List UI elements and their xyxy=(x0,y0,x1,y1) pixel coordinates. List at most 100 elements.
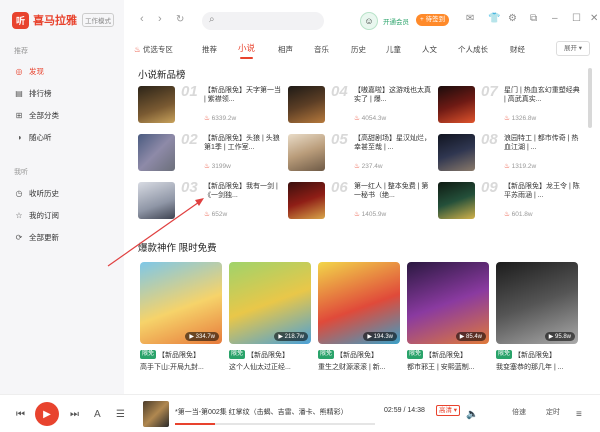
gear-icon[interactable]: ⚙ xyxy=(508,13,517,24)
search-input[interactable]: ⌕ xyxy=(202,12,324,30)
playlist-icon[interactable]: ☰ xyxy=(116,409,125,420)
sidebar-item-categories[interactable]: ⊞ 全部分类 xyxy=(14,108,59,122)
heat-count: ♨ 4054.3w xyxy=(354,114,386,122)
rank-number: 04 xyxy=(331,83,348,100)
card-title: 重生之财源滚滚 | 新... xyxy=(318,364,386,371)
next-icon[interactable]: ⏭ xyxy=(70,409,79,420)
expand-button[interactable]: 展开 ▾ xyxy=(556,41,590,56)
minimize-icon[interactable]: – xyxy=(552,13,558,24)
app-logo[interactable]: 听 喜马拉雅 工作模式 xyxy=(12,10,114,30)
tab-featured[interactable]: ♨ 优选专区 xyxy=(134,44,173,55)
maximize-icon[interactable]: ☐ xyxy=(572,13,581,24)
back-icon[interactable]: ‹ xyxy=(140,13,144,25)
book-cover xyxy=(438,182,475,219)
free-badge: 限免 xyxy=(496,350,513,359)
heat-value: 1319.2w xyxy=(511,163,537,170)
rank-item[interactable]: 07 星门 | 热血玄幻重塑经典 | 高武真实... ♨ 1326.8w xyxy=(438,83,586,124)
heat-value: 601.8w xyxy=(511,211,533,218)
vip-link[interactable]: 开通会员 xyxy=(383,16,409,26)
sidebar-item-label: 全部更新 xyxy=(29,232,59,242)
rank-item[interactable]: 09 【新品限免】龙王令 | 陈平苏雨涵 | ... ♨ 601.8w xyxy=(438,179,586,220)
rank-item[interactable]: 02 【新品限免】头狼 | 头狼第1季 | 工作室... ♨ 3199w xyxy=(138,131,286,172)
flame-icon: ♨ xyxy=(504,163,510,170)
card-title: 高手下山:开局九封... xyxy=(140,364,204,371)
rank-item[interactable]: 03 【新品限免】我有一剑 | 《一剑独... ♨ 652w xyxy=(138,179,286,220)
now-playing-cover[interactable] xyxy=(143,401,169,427)
rank-title: 浪园特工 | 都市传奇 | 热血江湖 | ... xyxy=(504,135,579,151)
checkin-button[interactable]: + 待签到 xyxy=(416,14,450,26)
timer-button[interactable]: 定时 xyxy=(546,407,560,417)
progress-bar[interactable] xyxy=(175,423,375,425)
tab-novel[interactable]: 小说 xyxy=(238,42,255,59)
free-badge: 限免 xyxy=(229,350,246,359)
translate-icon[interactable]: A xyxy=(94,409,101,420)
book-cover xyxy=(288,182,325,219)
tab-humanities[interactable]: 人文 xyxy=(422,44,437,55)
close-icon[interactable]: ✕ xyxy=(590,13,598,24)
heat-value: 1405.9w xyxy=(361,211,387,218)
play-count: ▶ 95.8w xyxy=(544,332,575,341)
previous-icon[interactable]: ⏮ xyxy=(16,409,25,420)
volume-icon[interactable]: 🔈 xyxy=(466,409,478,420)
tab-kids[interactable]: 儿童 xyxy=(386,44,401,55)
tab-history[interactable]: 历史 xyxy=(351,44,366,55)
card-subtitle: 【新品限免】 xyxy=(336,352,378,359)
rank-title: 【高甜剧场】星汉灿烂，幸甚至哉 | ... xyxy=(354,135,431,151)
search-icon: ⌕ xyxy=(209,14,215,25)
sidebar-item-updates[interactable]: ⟳ 全部更新 xyxy=(14,230,59,244)
category-tabs: ♨ 优选专区 推荐 小说 相声 音乐 历史 儿童 人文 个人成长 财经 展开 ▾ xyxy=(124,40,600,60)
rank-item[interactable]: 05 【高甜剧场】星汉灿烂，幸甚至哉 | ... ♨ 237.4w xyxy=(288,131,436,172)
sidebar: 听 喜马拉雅 工作模式 推荐 ◎ 发现 ▤ 排行榜 ⊞ 全部分类 ◑ 随心听 我… xyxy=(0,0,124,394)
book-cover xyxy=(138,134,175,171)
book-cover xyxy=(438,134,475,171)
heat-value: 3199w xyxy=(211,163,231,170)
sidebar-item-label: 我的订阅 xyxy=(29,210,59,220)
play-count-value: 194.3w xyxy=(373,334,393,340)
now-playing-title[interactable]: *第一当-第002集 红掌纹（击蝎、吉雷、潘卡、熊精彩） xyxy=(175,407,375,417)
play-time: 02:59 / 14:38 xyxy=(384,407,425,414)
quality-select[interactable]: 高清 ▾ xyxy=(436,405,461,416)
radio-icon: ◑ xyxy=(16,132,22,142)
speed-button[interactable]: 倍速 xyxy=(512,407,526,417)
rank-title: 【新品限免】龙王令 | 陈平苏雨涵 | ... xyxy=(504,183,580,199)
ranking-title[interactable]: 小说新品榜 xyxy=(138,67,186,81)
reload-icon[interactable]: ↻ xyxy=(176,14,184,25)
free-badge: 限免 xyxy=(318,350,335,359)
sidebar-item-radio[interactable]: ◑ 随心听 xyxy=(14,130,52,144)
rank-item[interactable]: 01 【新品限免】天字第一当 | 紫襟领... ♨ 6339.2w xyxy=(138,83,286,124)
tab-crosstalk[interactable]: 相声 xyxy=(278,44,293,55)
player-bar: ⏮ ▶ ⏭ A ☰ *第一当-第002集 红掌纹（击蝎、吉雷、潘卡、熊精彩） 0… xyxy=(0,394,600,432)
free-section-title[interactable]: 爆款神作 限时免费 xyxy=(138,240,217,254)
tab-growth[interactable]: 个人成长 xyxy=(458,44,488,55)
mail-icon[interactable]: ✉ xyxy=(466,13,474,24)
play-count: ▶ 218.7w xyxy=(274,332,308,341)
tab-music[interactable]: 音乐 xyxy=(314,44,329,55)
rank-title: 【嗷嘉啦】这游戏也太真实了 | 爆... xyxy=(354,87,431,103)
sidebar-item-subscriptions[interactable]: ☆ 我的订阅 xyxy=(14,208,59,222)
sidebar-item-history[interactable]: ◷ 收听历史 xyxy=(14,186,60,200)
rank-title: 第一红人 | 整本免费 | 第一秘书（绝... xyxy=(354,183,429,199)
heat-count: ♨ 1319.2w xyxy=(504,162,536,170)
rank-title: 【新品限免】天字第一当 | 紫襟领... xyxy=(204,87,281,103)
list-icon[interactable]: ≡ xyxy=(576,409,582,420)
shirt-icon[interactable]: 👕 xyxy=(488,13,500,24)
play-button[interactable]: ▶ xyxy=(35,402,59,426)
rank-item[interactable]: 04 【嗷嘉啦】这游戏也太真实了 | 爆... ♨ 4054.3w xyxy=(288,83,436,124)
sidebar-item-ranking[interactable]: ▤ 排行榜 xyxy=(14,86,52,100)
rank-item[interactable]: 06 第一红人 | 整本免费 | 第一秘书（绝... ♨ 1405.9w xyxy=(288,179,436,220)
refresh-icon: ⟳ xyxy=(15,232,23,242)
tab-finance[interactable]: 财经 xyxy=(510,44,525,55)
forward-icon[interactable]: › xyxy=(158,13,162,25)
avatar[interactable]: ☺ xyxy=(360,12,378,30)
play-count: ▶ 85.4w xyxy=(455,332,486,341)
book-cover: ▶ 334.7w xyxy=(140,262,222,344)
work-mode-badge[interactable]: 工作模式 xyxy=(82,13,114,27)
sidebar-item-label: 排行榜 xyxy=(29,88,52,98)
free-badge: 限免 xyxy=(407,350,424,359)
sidebar-item-discover[interactable]: ◎ 发现 xyxy=(14,64,45,78)
rank-item[interactable]: 08 浪园特工 | 都市传奇 | 热血江湖 | ... ♨ 1319.2w xyxy=(438,131,586,172)
tab-recommend[interactable]: 推荐 xyxy=(202,44,217,55)
mini-mode-icon[interactable]: ⧉ xyxy=(530,13,537,24)
heat-count: ♨ 652w xyxy=(204,210,227,218)
free-badge: 限免 xyxy=(140,350,157,359)
